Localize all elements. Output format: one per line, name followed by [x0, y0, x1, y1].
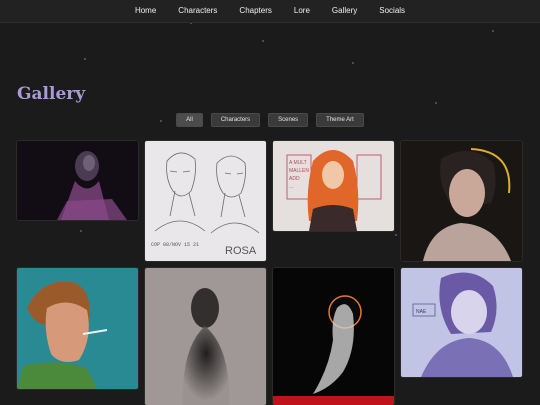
top-navigation: Home Characters Chapters Lore Gallery So… — [0, 0, 540, 23]
artwork-halo-portrait-image — [401, 141, 522, 261]
artwork-note-line-1: A MULT — [289, 160, 307, 166]
nav-link-home[interactable]: Home — [124, 0, 167, 22]
artwork-dark-portrait-image — [17, 141, 138, 220]
background-star — [492, 30, 494, 32]
background-star — [352, 62, 354, 64]
artwork-note-line-4: ... — [289, 184, 293, 190]
gallery-artwork-1[interactable] — [17, 141, 138, 220]
artwork-eclipse-ghost-image — [273, 268, 394, 405]
filter-theme-art-button[interactable]: Theme Art — [316, 113, 364, 127]
page-title: Gallery — [17, 84, 86, 104]
background-star — [80, 230, 82, 232]
gallery-artwork-5[interactable] — [17, 268, 138, 389]
nav-link-characters[interactable]: Characters — [167, 0, 228, 22]
gallery-artwork-3[interactable]: A MULT MALLEN ADD ... — [273, 141, 394, 231]
artwork-rosa-sketch-image: COP 08/NOV 15 21 ROSA — [145, 141, 266, 261]
background-star — [262, 40, 264, 42]
background-star — [84, 58, 86, 60]
nav-link-lore[interactable]: Lore — [283, 0, 321, 22]
nav-link-chapters[interactable]: Chapters — [228, 0, 282, 22]
gallery-artwork-7[interactable] — [273, 268, 394, 405]
gallery-filter-bar: All Characters Scenes Theme Art — [0, 113, 540, 127]
filter-all-button[interactable]: All — [176, 113, 203, 127]
background-star — [435, 102, 437, 104]
artwork-purple-sketch-image: NAE — [401, 268, 522, 377]
artwork-note-line-3: ADD — [289, 176, 300, 182]
gallery-artwork-8[interactable]: NAE — [401, 268, 522, 377]
gallery-artwork-4[interactable] — [401, 141, 522, 261]
artwork-date-note: COP 08/NOV 15 21 — [151, 242, 199, 248]
nav-link-gallery[interactable]: Gallery — [321, 0, 368, 22]
gallery-artwork-6[interactable] — [145, 268, 266, 405]
artwork-smoking-man-image — [17, 268, 138, 389]
artwork-red-hair-girl-image: A MULT MALLEN ADD ... — [273, 141, 394, 231]
background-star — [395, 234, 397, 236]
artwork-shadow-figure-image — [145, 268, 266, 405]
artwork-note-label: NAE — [416, 309, 427, 315]
filter-characters-button[interactable]: Characters — [210, 113, 261, 127]
nav-link-socials[interactable]: Socials — [368, 0, 416, 22]
filter-scenes-button[interactable]: Scenes — [268, 113, 309, 127]
artwork-signature: ROSA — [225, 245, 257, 257]
gallery-artwork-2[interactable]: COP 08/NOV 15 21 ROSA — [145, 141, 266, 261]
artwork-note-line-2: MALLEN — [289, 168, 309, 174]
